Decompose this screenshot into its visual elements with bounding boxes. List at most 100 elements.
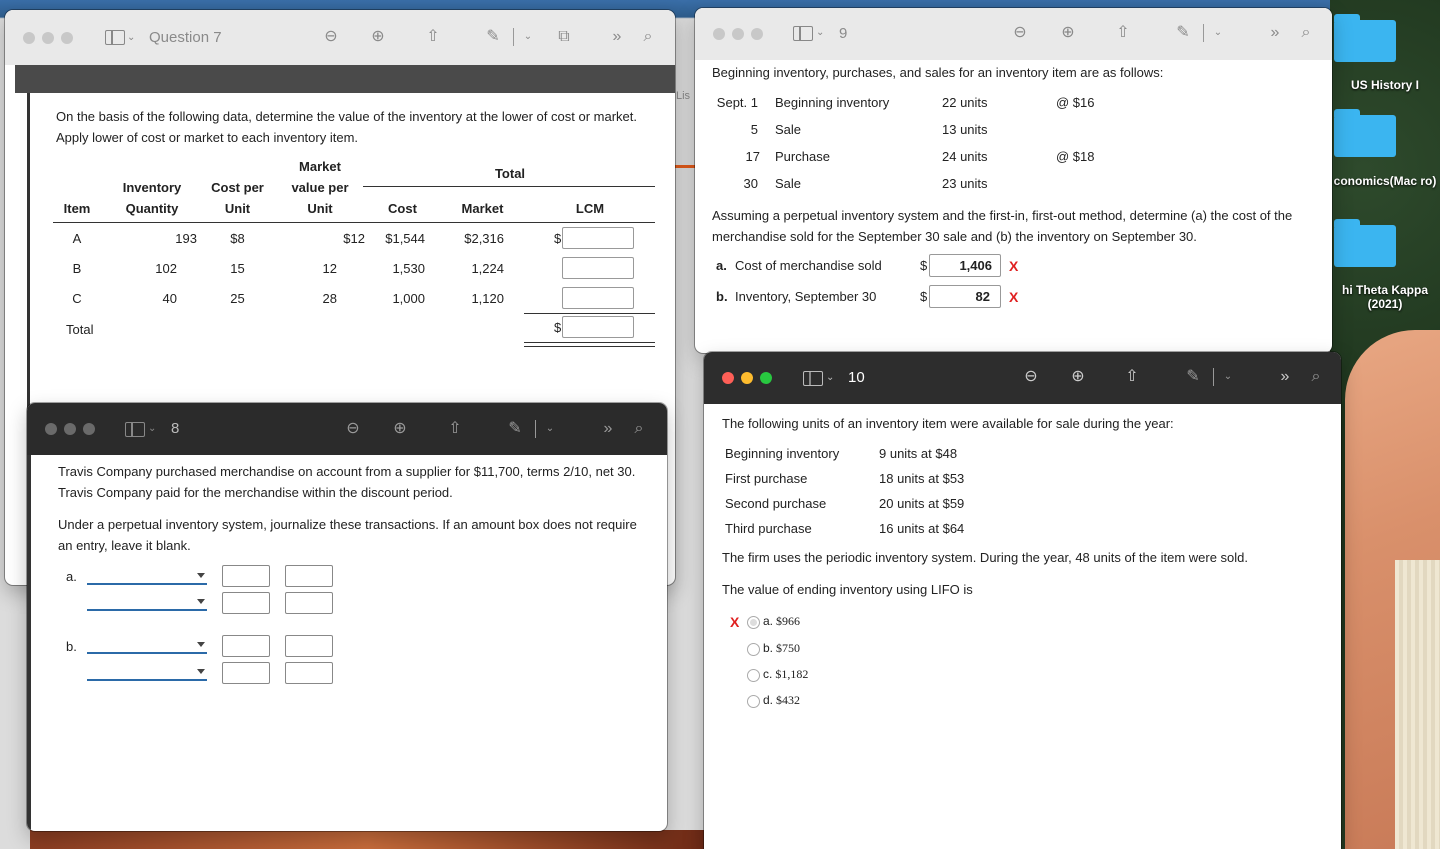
chevron-down-icon[interactable]: ⌄ [127, 32, 135, 43]
search-icon[interactable]: ⌕ [1307, 368, 1325, 386]
incorrect-icon: X [730, 614, 740, 630]
chevron-down-icon[interactable]: ⌄ [826, 372, 834, 383]
zoom-button[interactable] [83, 423, 95, 435]
desktop-folder-label[interactable]: US History I [1330, 78, 1440, 92]
sidebar-toggle-icon[interactable] [793, 26, 813, 41]
account-dropdown[interactable] [87, 636, 207, 654]
markup-pen-icon[interactable]: ✎ [506, 420, 524, 438]
folder-icon[interactable] [1334, 14, 1396, 62]
close-button[interactable] [45, 423, 57, 435]
zoom-out-icon[interactable]: ⊖ [344, 420, 362, 438]
close-button[interactable] [23, 31, 35, 44]
share-icon[interactable]: ⇧ [1114, 24, 1132, 42]
answer-option[interactable]: d. $432 [747, 693, 800, 708]
folder-icon[interactable] [1334, 219, 1396, 267]
sidebar-toggle-icon[interactable] [125, 422, 145, 437]
chevron-down-icon[interactable]: ⌄ [1209, 24, 1227, 42]
credit-input[interactable] [285, 662, 333, 684]
more-icon[interactable]: » [1276, 368, 1294, 386]
credit-input[interactable] [285, 565, 333, 587]
folder-icon[interactable] [1334, 109, 1396, 157]
credit-input[interactable] [285, 635, 333, 657]
more-icon[interactable]: » [608, 28, 626, 46]
zoom-button[interactable] [760, 372, 772, 384]
cell-cost-per: $8 [230, 231, 245, 246]
close-button[interactable] [713, 28, 725, 40]
minimize-button[interactable] [42, 31, 54, 44]
search-icon[interactable]: ⌕ [639, 28, 657, 46]
zoom-in-icon[interactable]: ⊕ [391, 420, 409, 438]
desktop-folder-label[interactable]: hi Theta Kappa (2021) [1330, 283, 1440, 311]
more-icon[interactable]: » [599, 420, 617, 438]
account-dropdown[interactable] [87, 593, 207, 611]
debit-input[interactable] [222, 635, 270, 657]
cell-qty: 193 [175, 231, 197, 246]
sidebar-toggle-icon[interactable] [803, 371, 823, 386]
wallpaper-photo-detail [1395, 560, 1440, 849]
window-title: Question 7 [149, 29, 222, 46]
radio-button[interactable] [747, 642, 760, 656]
inventory-label: Third purchase [725, 521, 812, 536]
search-icon[interactable]: ⌕ [630, 420, 648, 438]
zoom-out-icon[interactable]: ⊖ [322, 28, 340, 46]
lcm-input-b[interactable] [562, 257, 634, 279]
markup-pen-icon[interactable]: ✎ [1184, 368, 1202, 386]
inventory-value: 20 units at $59 [879, 496, 965, 511]
chevron-down-icon[interactable]: ⌄ [519, 28, 537, 46]
account-dropdown[interactable] [87, 663, 207, 681]
markup-pen-icon[interactable]: ✎ [484, 28, 502, 46]
minimize-button[interactable] [732, 28, 744, 40]
debit-input[interactable] [222, 592, 270, 614]
chevron-down-icon[interactable]: ⌄ [816, 27, 824, 38]
radio-button[interactable] [747, 615, 760, 629]
minimize-button[interactable] [64, 423, 76, 435]
header-lcm: LCM [575, 201, 605, 216]
zoom-in-icon[interactable]: ⊕ [1059, 24, 1077, 42]
lcm-total-input[interactable] [562, 316, 634, 338]
zoom-in-icon[interactable]: ⊕ [369, 28, 387, 46]
sidebar-toggle-icon[interactable] [105, 30, 125, 45]
cell-cost-per: 25 [230, 291, 245, 306]
cell-market: 1,120 [471, 291, 504, 306]
share-icon[interactable]: ⇧ [1123, 368, 1141, 386]
debit-input[interactable] [222, 565, 270, 587]
desktop-folder-label[interactable]: conomics(Mac ro) [1330, 174, 1440, 188]
credit-input[interactable] [285, 592, 333, 614]
row-units: 23 units [942, 176, 988, 191]
window-toolbar: ⌄ 10 ⊖ ⊕ ⇧ ✎ ⌄ » ⌕ [704, 352, 1341, 404]
chevron-down-icon[interactable]: ⌄ [1219, 368, 1237, 386]
chevron-down-icon[interactable]: ⌄ [541, 420, 559, 438]
rotate-icon[interactable]: ⧉ [555, 28, 573, 46]
radio-button[interactable] [747, 668, 760, 682]
zoom-out-icon[interactable]: ⊖ [1011, 24, 1029, 42]
search-icon[interactable]: ⌕ [1297, 24, 1315, 42]
answer-option[interactable]: a. $966 [747, 614, 800, 629]
zoom-in-icon[interactable]: ⊕ [1069, 368, 1087, 386]
radio-button[interactable] [747, 694, 760, 708]
cost-of-merchandise-sold-input[interactable]: 1,406 [929, 254, 1001, 277]
ending-inventory-input[interactable]: 82 [929, 285, 1001, 308]
currency-symbol: $ [554, 231, 562, 246]
lcm-input-a[interactable] [562, 227, 634, 249]
answer-option[interactable]: b. $750 [747, 641, 800, 656]
row-description: Sale [775, 122, 802, 137]
cell-item: A [72, 231, 82, 246]
zoom-button[interactable] [751, 28, 763, 40]
lcm-input-c[interactable] [562, 287, 634, 309]
chevron-down-icon[interactable]: ⌄ [148, 423, 156, 434]
row-price: @ $16 [1056, 95, 1095, 110]
more-icon[interactable]: » [1266, 24, 1284, 42]
cell-cost-per: 15 [230, 261, 245, 276]
zoom-out-icon[interactable]: ⊖ [1022, 368, 1040, 386]
debit-input[interactable] [222, 662, 270, 684]
account-dropdown[interactable] [87, 567, 207, 585]
zoom-button[interactable] [61, 31, 73, 44]
answer-option[interactable]: c. $1,182 [747, 667, 808, 682]
markup-pen-icon[interactable]: ✎ [1174, 24, 1192, 42]
share-icon[interactable]: ⇧ [424, 28, 442, 46]
share-icon[interactable]: ⇧ [446, 420, 464, 438]
minimize-button[interactable] [741, 372, 753, 384]
inventory-label: Second purchase [725, 496, 827, 511]
close-button[interactable] [722, 372, 734, 384]
header-cost: Cost [388, 201, 417, 216]
